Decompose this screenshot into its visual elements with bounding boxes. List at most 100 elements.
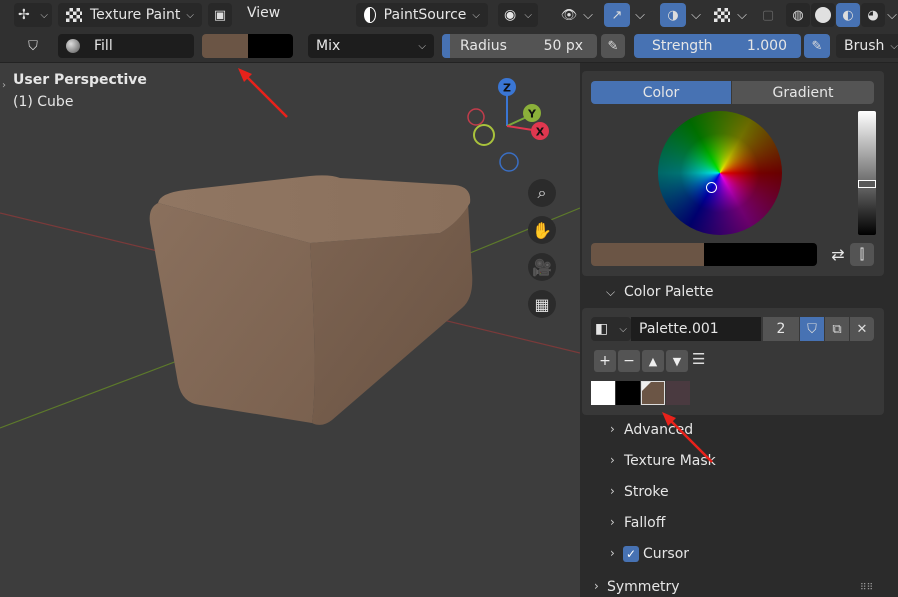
material-sphere-icon: ◐ xyxy=(842,7,854,23)
chevron-right-icon[interactable]: › xyxy=(610,546,615,560)
section-stroke[interactable]: Stroke xyxy=(624,484,669,500)
color-palette-header[interactable]: Color Palette xyxy=(624,284,714,300)
color-wheel-cursor[interactable] xyxy=(706,182,717,193)
move-color-down-button[interactable]: ▼ xyxy=(666,350,688,372)
ortho-toggle-button[interactable]: ▦ xyxy=(528,290,556,318)
palette-swatch-dark-mauve[interactable] xyxy=(666,381,690,405)
grid-icon: ▦ xyxy=(534,294,550,314)
material-shading-button[interactable]: ◐ xyxy=(836,3,860,27)
gizmo-neg-y-icon[interactable] xyxy=(473,124,495,146)
radius-slider[interactable]: Radius 50 px xyxy=(442,34,597,58)
shading-dropdown[interactable]: ⌵ xyxy=(886,3,898,27)
chevron-down-icon[interactable]: ⌵ xyxy=(606,285,615,300)
chevron-down-icon: ⌵ xyxy=(40,9,48,21)
palette-users-value: 2 xyxy=(776,321,786,337)
secondary-color-swatch[interactable] xyxy=(247,34,293,58)
chevron-right-icon[interactable]: › xyxy=(610,484,615,498)
brush-sphere-icon xyxy=(66,39,80,53)
brush-name: Fill xyxy=(94,38,113,54)
palette-browse-button[interactable]: ◧ ⌵ xyxy=(591,317,631,341)
navigation-gizmo[interactable]: Z Y X xyxy=(462,73,562,183)
cube-object[interactable] xyxy=(149,175,473,425)
gizmo-neg-z-icon[interactable] xyxy=(499,152,519,172)
brush-selector[interactable]: Fill xyxy=(58,34,194,58)
camera-view-button[interactable]: 🎥 xyxy=(528,253,556,281)
overlay-toggle-button[interactable]: ◑ xyxy=(660,3,686,27)
magnifier-icon: ⌕ xyxy=(537,183,547,202)
unlink-palette-button[interactable]: ✕ xyxy=(850,317,874,341)
brush-menu[interactable]: Brush ⌵ xyxy=(836,34,898,58)
cursor-checkbox[interactable]: ✓ xyxy=(623,546,639,562)
canvas-toggle-button[interactable]: ▣ xyxy=(208,3,232,27)
gizmo-neg-x-icon[interactable] xyxy=(467,108,485,126)
palette-swatch-black[interactable] xyxy=(616,381,640,405)
chevron-right-icon[interactable]: › xyxy=(594,579,599,593)
remove-color-button[interactable]: − xyxy=(618,350,640,372)
sort-colors-button[interactable]: ☰ xyxy=(692,350,705,368)
eye-icon: 👁 xyxy=(560,7,578,23)
view-menu[interactable]: View xyxy=(247,5,280,21)
palette-icon: ◧ xyxy=(595,321,609,337)
fill-tool-icon-button[interactable]: ⛉ xyxy=(20,34,46,58)
move-color-up-button[interactable]: ▲ xyxy=(642,350,664,372)
tab-gradient[interactable]: Gradient xyxy=(732,81,874,104)
value-slider[interactable] xyxy=(858,111,876,235)
duplicate-palette-button[interactable]: ⧉ xyxy=(825,317,849,341)
primary-color-swatch[interactable] xyxy=(202,34,248,58)
section-advanced[interactable]: Advanced xyxy=(624,422,693,438)
chevron-right-icon[interactable]: › xyxy=(2,80,6,91)
drag-handle-icon[interactable]: ⠿⠿ xyxy=(860,583,873,593)
panel-primary-color[interactable] xyxy=(591,243,704,266)
zoom-button[interactable]: ⌕ xyxy=(528,179,556,207)
section-texture-mask[interactable]: Texture Mask xyxy=(624,453,716,469)
3d-viewport[interactable]: User Perspective (1) Cube › Z Y X ⌕ ✋ 🎥 … xyxy=(0,63,580,597)
fake-user-button[interactable]: ⛉ xyxy=(800,317,824,341)
swap-colors-button[interactable]: ⇄ xyxy=(828,243,848,266)
pan-button[interactable]: ✋ xyxy=(528,216,556,244)
mode-selector[interactable]: Texture Paint ⌵ xyxy=(58,3,202,27)
palette-swatch-brown[interactable] xyxy=(641,381,665,405)
paint-overlay-button[interactable] xyxy=(710,3,734,27)
panel-secondary-color[interactable] xyxy=(704,243,817,266)
editor-type-button[interactable]: ✢ ⌵ xyxy=(14,3,52,27)
chevron-right-icon[interactable]: › xyxy=(610,515,615,529)
paint-overlay-dropdown[interactable]: ⌵ xyxy=(734,3,750,27)
palette-name-field[interactable]: Palette.001 xyxy=(631,317,761,341)
snapping-selector[interactable]: ◉ ⌵ xyxy=(498,3,538,27)
palette-swatch-white[interactable] xyxy=(591,381,615,405)
gizmo-toggle-button[interactable]: ↗ xyxy=(604,3,630,27)
strength-slider[interactable]: Strength 1.000 xyxy=(634,34,801,58)
paint-source-selector[interactable]: PaintSource ⌵ xyxy=(356,3,488,27)
tab-color[interactable]: Color xyxy=(591,81,731,104)
value-slider-handle[interactable] xyxy=(858,180,876,188)
duplicate-icon: ⧉ xyxy=(832,321,842,337)
plus-icon: + xyxy=(599,353,611,369)
minus-icon: − xyxy=(623,353,635,369)
radius-label: Radius xyxy=(460,38,507,54)
gizmo-x-label: X xyxy=(536,126,545,139)
rendered-shading-button[interactable]: ◕ xyxy=(861,3,885,27)
section-falloff[interactable]: Falloff xyxy=(624,515,665,531)
palette-users-count[interactable]: 2 xyxy=(763,317,799,341)
chevron-right-icon[interactable]: › xyxy=(610,422,615,436)
solid-shading-button[interactable] xyxy=(811,3,835,27)
section-cursor[interactable]: Cursor xyxy=(643,546,689,562)
chevron-down-icon: ⌵ xyxy=(635,7,645,23)
visibility-button[interactable]: 👁 xyxy=(557,3,581,27)
wireframe-shading-button[interactable]: ◍ xyxy=(786,3,810,27)
chevron-right-icon[interactable]: › xyxy=(610,453,615,467)
visibility-dropdown[interactable]: ⌵ xyxy=(580,3,596,27)
xray-button[interactable]: ▢ xyxy=(757,3,779,27)
target-icon: ◉ xyxy=(504,7,517,23)
radius-pressure-button[interactable]: ✎ xyxy=(601,34,625,58)
add-color-button[interactable]: + xyxy=(594,350,616,372)
overlay-dropdown[interactable]: ⌵ xyxy=(688,3,704,27)
gizmo-y-label: Y xyxy=(527,108,537,121)
color-wheel[interactable] xyxy=(658,111,782,235)
strength-pressure-button[interactable]: ✎ xyxy=(804,34,830,58)
gizmo-dropdown[interactable]: ⌵ xyxy=(632,3,648,27)
blend-mode-selector[interactable]: Mix ⌵ xyxy=(308,34,434,58)
section-symmetry[interactable]: Symmetry xyxy=(607,579,680,595)
unified-color-button[interactable]: ⫿ xyxy=(850,243,874,266)
solid-sphere-icon xyxy=(815,7,831,23)
